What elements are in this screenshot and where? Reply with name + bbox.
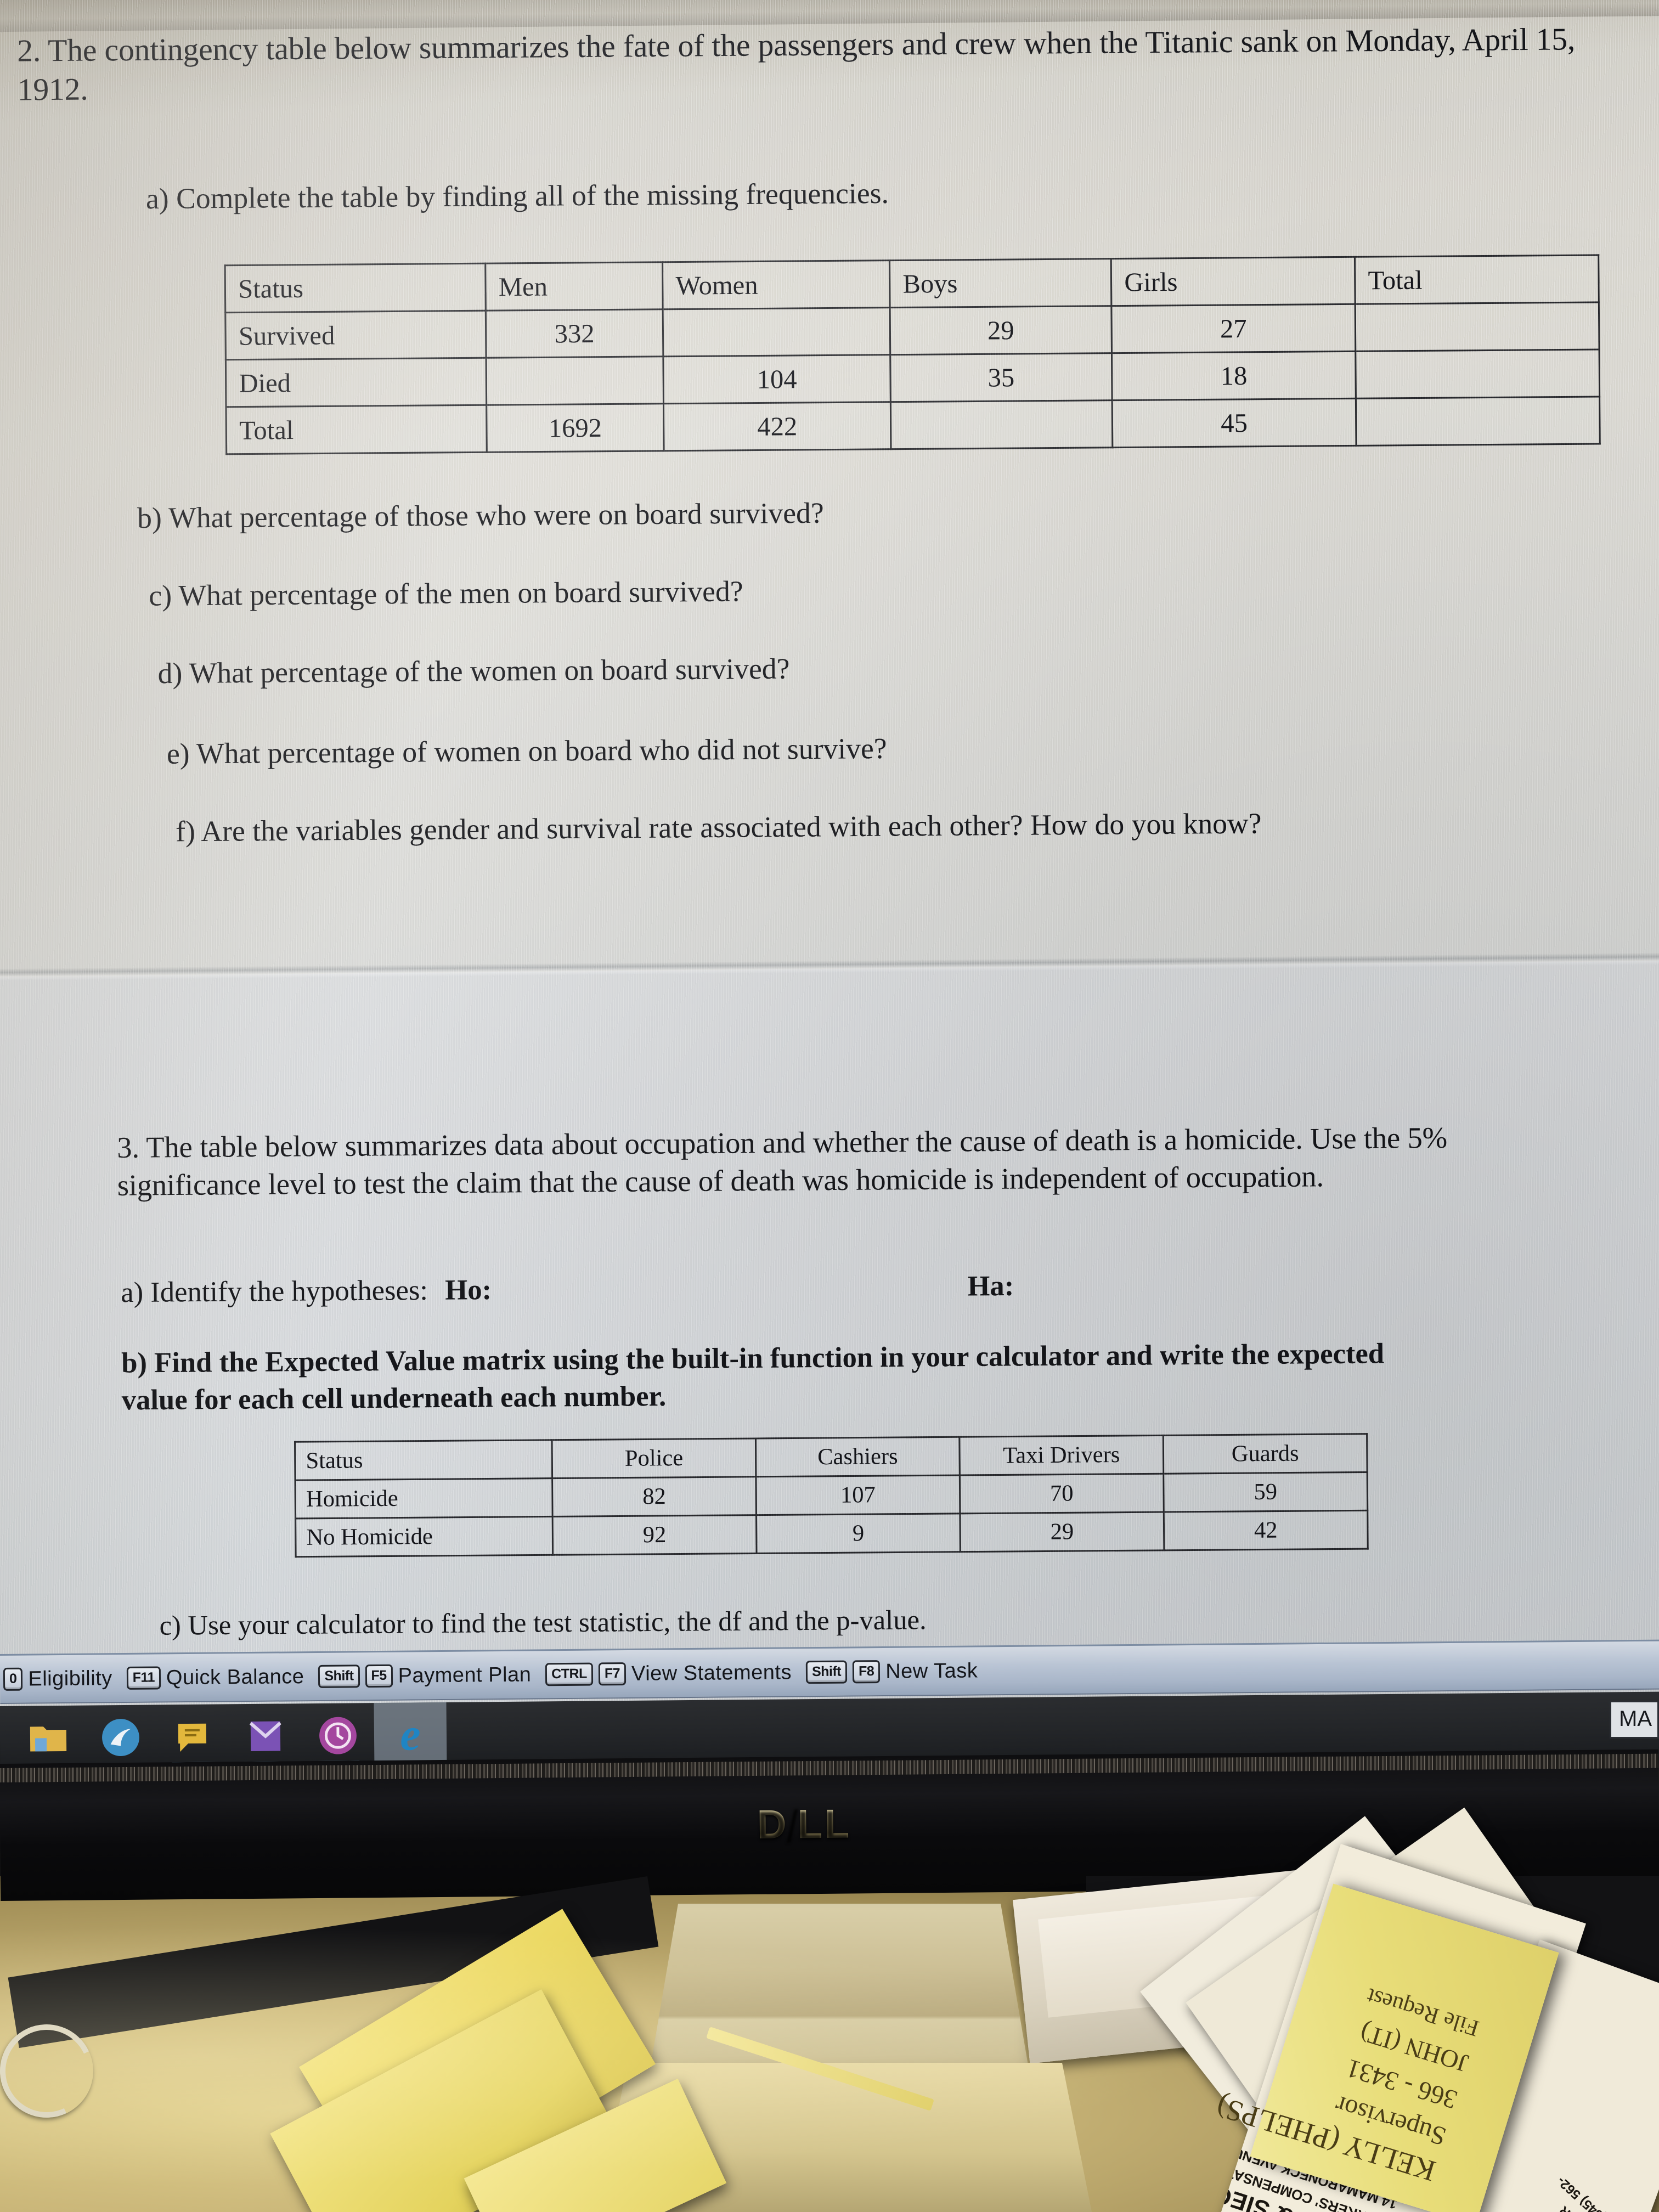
cell-total-girls: 45 bbox=[1112, 398, 1357, 448]
toolbar-item-view-statements[interactable]: CTRL F7 View Statements bbox=[545, 1661, 792, 1686]
question-3-part-a: a) Identify the hypotheses: Ho: bbox=[121, 1273, 492, 1310]
question-2-part-b: b) What percentage of those who were on … bbox=[137, 497, 824, 535]
question-3-part-c: c) Use your calculator to find the test … bbox=[159, 1604, 927, 1641]
table-row-no-homicide: No Homicide 92 9 29 42 bbox=[295, 1510, 1368, 1557]
cell-survived-total bbox=[1355, 302, 1600, 352]
blue-app-icon[interactable] bbox=[84, 1705, 157, 1770]
question-2-part-c: c) What percentage of the men on board s… bbox=[149, 575, 743, 612]
cell-died-boys: 35 bbox=[890, 353, 1113, 402]
cell-total-men: 1692 bbox=[486, 403, 664, 453]
monitor-screen: 2. The contingency table below summarize… bbox=[0, 0, 1659, 1735]
titanic-contingency-table: Status Men Women Boys Girls Total Surviv… bbox=[224, 254, 1601, 455]
occupation-homicide-table: Status Police Cashiers Taxi Drivers Guar… bbox=[294, 1433, 1369, 1558]
hypothesis-null-label: Ho: bbox=[445, 1274, 492, 1306]
cell-homicide-cashiers: 107 bbox=[755, 1475, 960, 1515]
blue-app-glyph bbox=[102, 1719, 139, 1756]
internet-explorer-glyph: e bbox=[399, 1709, 421, 1760]
cell-survived-men: 332 bbox=[486, 309, 663, 358]
col-header-boys: Boys bbox=[889, 258, 1111, 308]
keycap-f5: F5 bbox=[365, 1664, 393, 1688]
row-label-no-homicide: No Homicide bbox=[295, 1516, 553, 1557]
row-label-died: Died bbox=[225, 358, 487, 407]
clock-icon[interactable] bbox=[301, 1703, 374, 1768]
speech-bubble-icon[interactable] bbox=[156, 1704, 229, 1769]
keycap-shift-2: Shift bbox=[805, 1660, 848, 1684]
keycap-ctrl: CTRL bbox=[545, 1662, 594, 1686]
clock-glyph bbox=[319, 1717, 357, 1754]
toolbar-item-quick-balance[interactable]: F11 Quick Balance bbox=[126, 1664, 304, 1690]
speech-bubble-glyph bbox=[178, 1723, 207, 1752]
col-header-taxi-drivers: Taxi Drivers bbox=[959, 1435, 1164, 1476]
mail-envelope-icon[interactable] bbox=[229, 1703, 302, 1769]
toolbar-label-payment-plan: Payment Plan bbox=[398, 1663, 532, 1688]
col-header-cashiers: Cashiers bbox=[755, 1437, 960, 1477]
question-3-part-a-text: a) Identify the hypotheses: bbox=[121, 1274, 428, 1309]
question-3-statement: 3. The table below summarizes data about… bbox=[116, 1121, 1448, 1203]
col-header-status: Status bbox=[295, 1440, 552, 1481]
toolbar-label-quick-balance: Quick Balance bbox=[166, 1664, 304, 1689]
dell-logo-ll: LL bbox=[797, 1801, 852, 1847]
mail-envelope-glyph bbox=[249, 1721, 281, 1752]
cell-homicide-police: 82 bbox=[552, 1476, 757, 1517]
toolbar-right-chip[interactable]: MA bbox=[1610, 1701, 1659, 1739]
cell-total-total bbox=[1356, 396, 1600, 446]
keycap-icon: 0 bbox=[3, 1667, 23, 1691]
keycap-shift: Shift bbox=[318, 1664, 360, 1688]
file-explorer-glyph bbox=[30, 1726, 67, 1752]
col-header-women: Women bbox=[662, 260, 890, 309]
keycap-f11: F11 bbox=[126, 1666, 161, 1690]
dell-logo: D∕LL bbox=[757, 1800, 852, 1848]
col-header-girls: Girls bbox=[1111, 257, 1356, 306]
question-2-part-a: a) Complete the table by finding all of … bbox=[145, 177, 889, 216]
hypothesis-alt-label: Ha: bbox=[967, 1270, 1014, 1302]
question-3-part-b: b) Find the Expected Value matrix using … bbox=[121, 1338, 1385, 1417]
col-header-guards: Guards bbox=[1163, 1434, 1368, 1474]
col-header-police: Police bbox=[552, 1438, 756, 1479]
cell-survived-boys: 29 bbox=[890, 306, 1112, 355]
cell-died-total bbox=[1355, 349, 1600, 399]
toolbar-item-eligibility[interactable]: 0 Eligibility bbox=[3, 1667, 112, 1691]
toolbar-item-payment-plan[interactable]: Shift F5 Payment Plan bbox=[318, 1663, 531, 1688]
cell-homicide-taxi-drivers: 70 bbox=[960, 1474, 1164, 1514]
cell-total-women: 422 bbox=[663, 402, 891, 451]
question-2-part-d: d) What percentage of the women on board… bbox=[157, 652, 790, 690]
question-2-statement: 2. The contingency table below summarize… bbox=[16, 21, 1576, 108]
toolbar-label-view-statements: View Statements bbox=[631, 1660, 792, 1685]
cell-nohomicide-police: 92 bbox=[552, 1515, 757, 1555]
toolbar-item-new-task[interactable]: Shift F8 New Task bbox=[805, 1658, 978, 1684]
table-row-total: Total 1692 422 45 bbox=[226, 396, 1600, 454]
internet-explorer-icon[interactable]: e bbox=[374, 1702, 447, 1768]
col-header-status: Status bbox=[225, 263, 486, 313]
photo-of-monitor-scene: 2. The contingency table below summarize… bbox=[0, 0, 1659, 2212]
keycap-f8: F8 bbox=[852, 1660, 881, 1684]
row-label-homicide: Homicide bbox=[295, 1478, 553, 1519]
toolbar-label-new-task: New Task bbox=[885, 1658, 978, 1683]
monitor-stand bbox=[647, 1904, 1031, 2085]
toolbar-label-eligibility: Eligibility bbox=[28, 1666, 112, 1691]
file-explorer-icon[interactable] bbox=[12, 1706, 84, 1771]
cell-total-boys bbox=[890, 400, 1113, 449]
cell-homicide-guards: 59 bbox=[1163, 1472, 1368, 1513]
col-header-total: Total bbox=[1355, 255, 1599, 304]
cell-died-women: 104 bbox=[663, 354, 891, 404]
cell-nohomicide-taxi-drivers: 29 bbox=[960, 1512, 1164, 1552]
cell-survived-girls: 27 bbox=[1111, 304, 1356, 353]
col-header-men: Men bbox=[485, 262, 663, 311]
row-label-total: Total bbox=[226, 405, 487, 454]
question-2-part-e: e) What percentage of women on board who… bbox=[166, 732, 887, 770]
keycap-f7: F7 bbox=[598, 1662, 627, 1686]
cell-survived-women bbox=[663, 307, 890, 357]
cell-nohomicide-cashiers: 9 bbox=[756, 1513, 961, 1554]
cell-died-girls: 18 bbox=[1111, 351, 1356, 400]
cell-died-men bbox=[486, 356, 664, 405]
cell-nohomicide-guards: 42 bbox=[1164, 1510, 1368, 1550]
row-label-survived: Survived bbox=[225, 311, 487, 360]
